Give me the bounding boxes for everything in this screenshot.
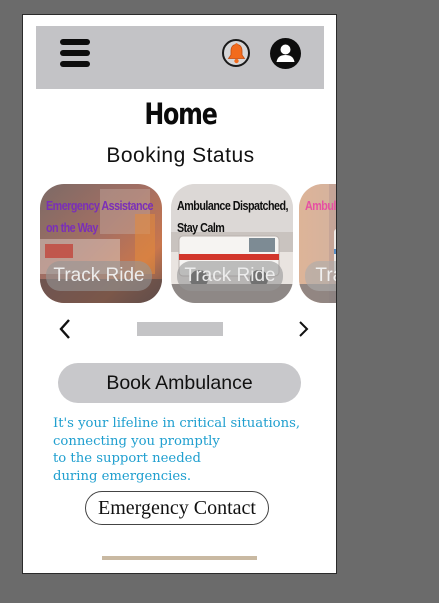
chevron-left-icon[interactable]	[58, 318, 72, 340]
card-caption: Ambulance Dispatched, Stay Calm	[177, 199, 289, 235]
track-ride-button[interactable]: Track Ride	[46, 261, 152, 291]
card-caption: Ambulance Coming	[305, 199, 336, 213]
booking-card-ambulance-dispatched[interactable]: Ambulance Dispatched, Stay Calm Track Ri…	[171, 184, 293, 303]
notification-button[interactable]	[222, 39, 250, 67]
booking-status-heading: Booking Status	[106, 144, 255, 167]
top-app-bar	[36, 26, 324, 89]
book-ambulance-button[interactable]: Book Ambulance	[58, 363, 301, 403]
track-ride-button[interactable]: Track Ride	[177, 261, 283, 291]
carousel-scroll-indicator[interactable]	[137, 322, 223, 336]
page-title: Home	[144, 97, 217, 131]
tagline-text: It's your lifeline in critical situation…	[53, 416, 301, 484]
booking-card-emergency-assistance[interactable]: Emergency Assistance on the Way Track Ri…	[40, 184, 162, 303]
hamburger-menu-icon[interactable]	[60, 39, 90, 67]
home-indicator[interactable]	[102, 556, 257, 560]
profile-button[interactable]	[270, 38, 301, 69]
track-ride-button[interactable]: Track Ride	[305, 261, 336, 291]
card-caption: Emergency Assistance on the Way	[46, 199, 154, 235]
bell-icon	[227, 43, 246, 64]
emergency-contact-button[interactable]: Emergency Contact	[85, 491, 269, 525]
phone-screen: Home Booking Status Emergency Assistance…	[22, 14, 337, 574]
booking-card-ambulance-coming[interactable]: Ambulance Coming Track Ride	[299, 184, 336, 303]
chevron-right-icon[interactable]	[297, 318, 311, 340]
user-profile-icon	[276, 44, 295, 62]
